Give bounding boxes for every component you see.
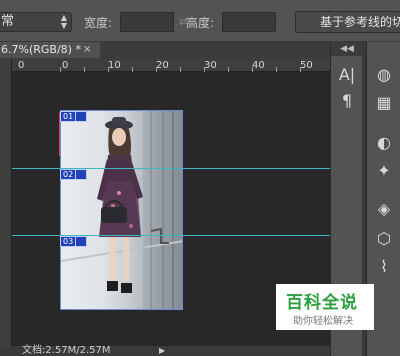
ruler-tick-label: 20	[156, 60, 169, 71]
document-tab-title: 6.7%(RGB/8) *	[1, 43, 81, 56]
grid-icon[interactable]: ▦	[372, 92, 396, 114]
palette-icon[interactable]: ◍	[372, 64, 396, 86]
document-tab[interactable]: 6.7%(RGB/8) * ×	[0, 42, 100, 58]
mask-icon[interactable]: ◈	[372, 198, 396, 220]
slice-badge[interactable]: 01	[60, 111, 77, 122]
paragraph-panel-icon[interactable]: ¶	[335, 90, 359, 112]
slices-from-guides-button[interactable]: 基于参考线的切	[295, 11, 400, 33]
slice-image-icon	[75, 236, 87, 247]
vertical-ruler[interactable]	[0, 58, 12, 356]
height-input[interactable]	[222, 12, 276, 32]
height-label: 高度:	[186, 16, 215, 30]
watermark-logo: 百科全说 助你轻松解决	[276, 284, 374, 330]
panel-collapse-button[interactable]: ◀◀	[331, 42, 363, 56]
document-size-status: 文档:2.57M/2.57M	[22, 345, 111, 356]
woman-figure-illustration	[61, 111, 182, 309]
slice-image-icon	[75, 169, 87, 180]
slice-badge[interactable]: 03	[60, 236, 77, 247]
paths-icon[interactable]: ⌇	[372, 256, 396, 278]
width-input[interactable]	[120, 12, 174, 32]
ruler-tick-label: 50	[300, 60, 313, 71]
adjustments-icon[interactable]: ◐	[372, 132, 396, 154]
slice-badge[interactable]: 02	[60, 169, 77, 180]
close-icon[interactable]: ×	[83, 42, 91, 58]
watermark-subtitle: 助你轻松解决	[293, 316, 353, 327]
ruler-tick-label: 0	[18, 60, 25, 71]
ruler-tick-label: 0	[62, 60, 69, 71]
character-panel-icon[interactable]: A|	[335, 64, 359, 86]
status-bar: 文档:2.57M/2.57M ▶	[0, 346, 330, 356]
ruler-tick-label: 40	[252, 60, 265, 71]
ruler-tick-label: 30	[204, 60, 217, 71]
status-menu-arrow-icon[interactable]: ▶	[159, 346, 165, 356]
width-label: 宽度:	[84, 16, 113, 30]
document-tab-bar: 6.7%(RGB/8) * ×	[0, 42, 330, 58]
layers-icon[interactable]: ⬡	[372, 228, 396, 250]
watermark-title: 百科全说	[286, 293, 358, 313]
style-select-value: 常	[1, 14, 15, 29]
fx-icon[interactable]: ✦	[372, 160, 396, 182]
slice-image-icon	[75, 111, 87, 122]
options-bar: 常 ▲ ▼ 宽度: ⇄ 高度: 基于参考线的切	[0, 0, 400, 42]
photo-image	[60, 110, 183, 310]
select-arrows-icon: ▲ ▼	[60, 13, 67, 30]
style-select[interactable]: 常 ▲ ▼	[0, 12, 72, 32]
ruler-tick-label: 10	[108, 60, 121, 71]
